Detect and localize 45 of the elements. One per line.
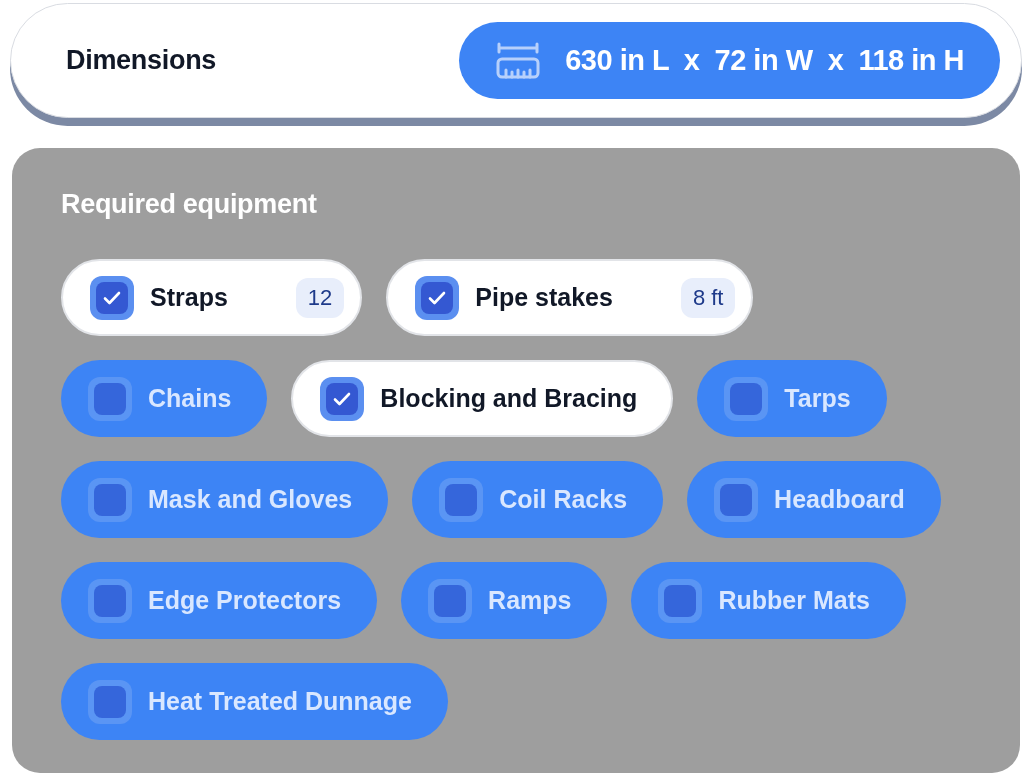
equipment-chip[interactable]: Blocking and Bracing [291,360,674,437]
equipment-chip[interactable]: Edge Protectors [61,562,378,639]
equipment-label: Chains [148,382,232,414]
equipment-label: Mask and Gloves [148,483,353,515]
unchecked-checkbox[interactable] [88,477,132,522]
unchecked-checkbox[interactable] [658,578,703,623]
equipment-chip[interactable]: Rubber Mats [631,562,906,639]
unchecked-checkbox[interactable] [714,477,759,522]
equipment-label: Straps [150,281,228,313]
equipment-label: Ramps [488,584,572,616]
unchecked-checkbox[interactable] [88,578,132,623]
equipment-label: Coil Racks [499,483,628,515]
checked-checkbox[interactable] [90,275,134,320]
check-icon [103,290,121,305]
unchecked-checkbox[interactable] [88,376,132,421]
equipment-chip[interactable]: Mask and Gloves [61,461,389,538]
check-icon [428,290,447,305]
ruler-icon [495,41,542,80]
check-icon [333,391,352,406]
unchecked-checkbox[interactable] [428,578,473,623]
equipment-chip[interactable]: Ramps [401,562,608,639]
equipment-label: Tarps [784,382,851,414]
equipment-label: Heat Treated Dunnage [148,685,412,717]
equipment-chip[interactable]: Heat Treated Dunnage [61,663,448,740]
equipment-label: Rubber Mats [718,584,870,616]
checked-checkbox[interactable] [415,275,460,320]
equipment-label: Headboard [774,483,905,515]
equipment-chip[interactable]: Coil Racks [412,461,664,538]
equipment-chip[interactable]: Tarps [697,360,887,437]
dimensions-label: Dimensions [66,44,217,78]
equipment-label: Blocking and Bracing [380,382,638,414]
unchecked-checkbox[interactable] [724,376,769,421]
section-heading: Required equipment [61,188,318,220]
equipment-label: Edge Protectors [148,584,342,616]
unchecked-checkbox[interactable] [439,477,484,522]
equipment-label: Pipe stakes [475,281,613,313]
equipment-chip[interactable]: Chains [61,360,268,437]
dimensions-value: 630 in L x 72 in W x 118 in H [565,42,964,78]
equipment-chip[interactable]: Straps 12 [61,259,363,336]
quantity-badge: 8 ft [680,277,736,318]
checked-checkbox[interactable] [320,376,365,421]
quantity-badge: 12 [295,277,345,318]
equipment-chip[interactable]: Headboard [687,461,941,538]
unchecked-checkbox[interactable] [88,679,132,724]
equipment-chip[interactable]: Pipe stakes 8 ft [386,259,754,336]
